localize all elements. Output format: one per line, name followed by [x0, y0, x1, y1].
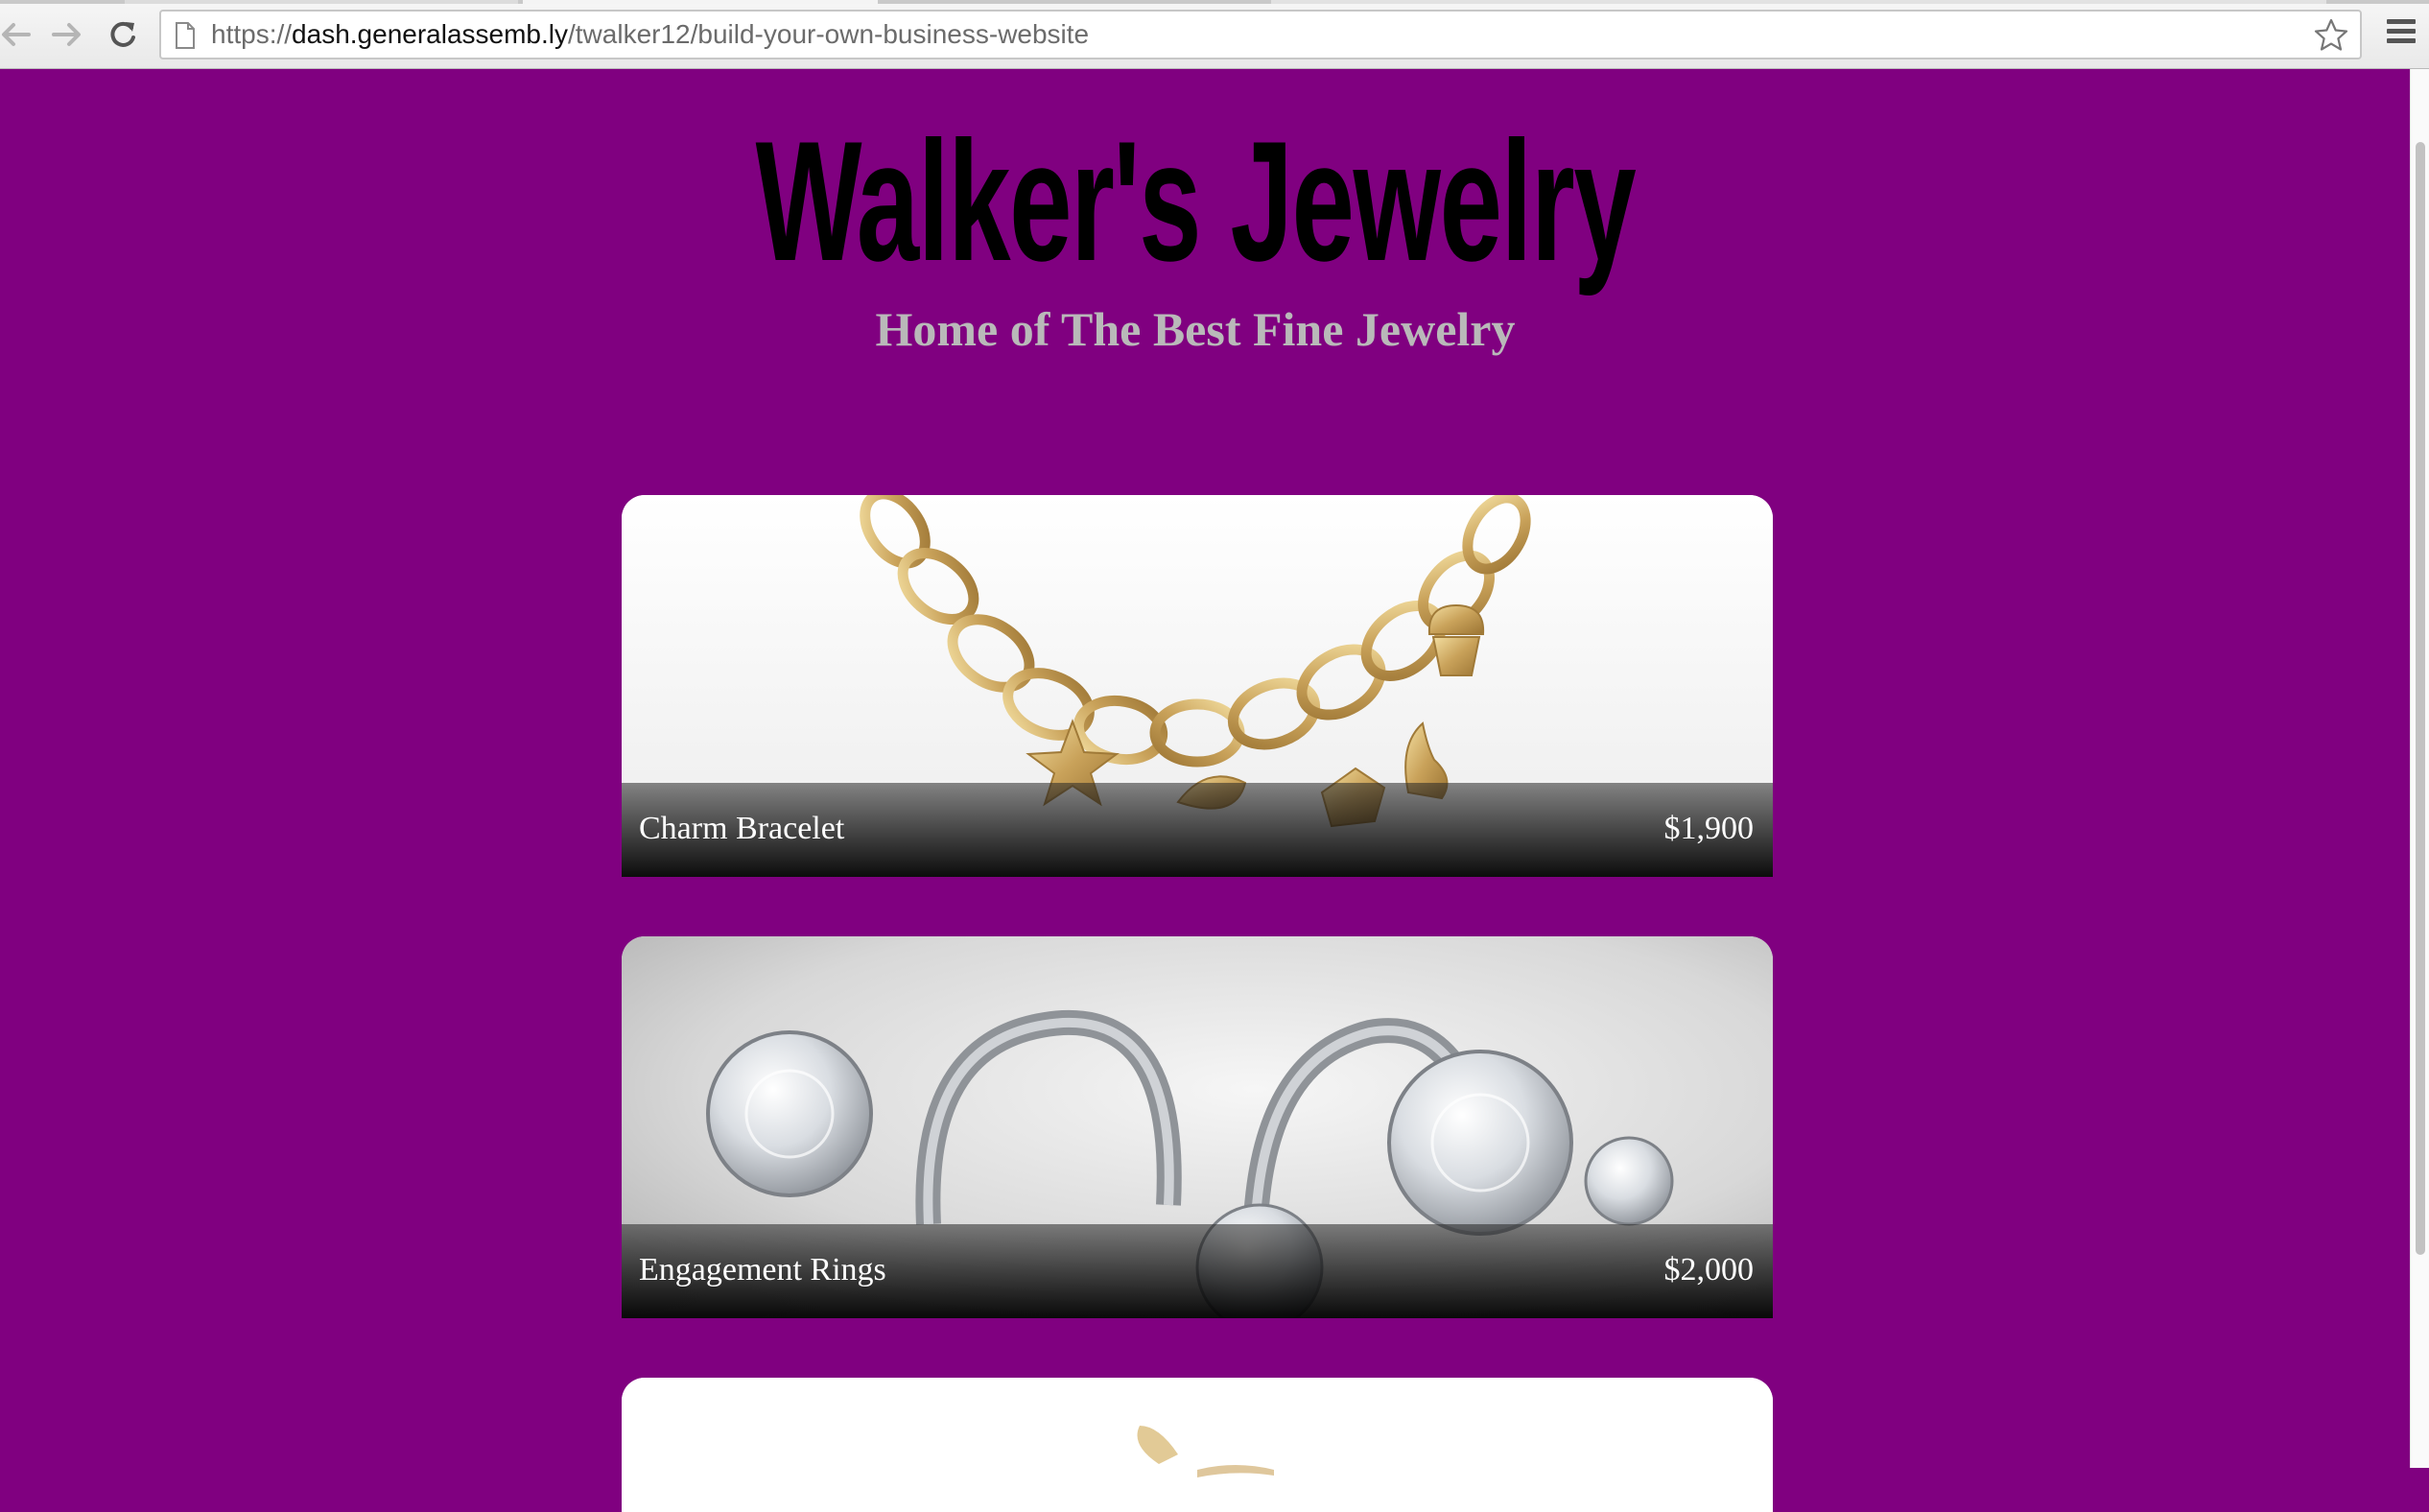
forward-icon [52, 23, 81, 46]
product-price: $2,000 [1663, 1252, 1755, 1288]
menu-bar-1 [2387, 19, 2416, 24]
back-button[interactable] [0, 13, 36, 56]
vertical-scrollbar[interactable] [2410, 69, 2429, 1468]
back-icon [2, 23, 31, 46]
url-text: https://dash.generalassemb.ly/twalker12/… [211, 18, 1089, 51]
menu-bar-2 [2387, 29, 2416, 34]
tab-3[interactable] [1271, 0, 2326, 4]
page-icon [176, 22, 195, 49]
url-scheme: https:// [211, 19, 293, 49]
site-title: Walker's Jewelry [755, 106, 1637, 296]
url-path: /twalker12/build-your-own-business-websi… [568, 19, 1090, 49]
menu-icon[interactable] [2387, 19, 2416, 48]
address-bar[interactable]: https://dash.generalassemb.ly/twalker12/… [159, 10, 2362, 59]
product-price: $1,900 [1663, 811, 1755, 846]
product-card-engagement-rings[interactable]: Engagement Rings $2,000 [622, 936, 1773, 1318]
url-host: dash.generalassemb.ly [292, 19, 568, 49]
product-caption: Charm Bracelet $1,900 [622, 783, 1773, 877]
browser-toolbar: https://dash.generalassemb.ly/twalker12/… [0, 0, 2429, 69]
star-icon[interactable] [2314, 18, 2348, 53]
product-caption: Engagement Rings $2,000 [622, 1224, 1773, 1318]
tab-1[interactable] [125, 0, 518, 4]
menu-bar-3 [2387, 38, 2416, 43]
forward-button[interactable] [46, 13, 88, 56]
reload-icon [110, 21, 135, 47]
product-card-charm-bracelet[interactable]: Charm Bracelet $1,900 [622, 495, 1773, 877]
product-name: Charm Bracelet [639, 811, 845, 846]
product-3-image [622, 1378, 1773, 1512]
site-subtitle: Home of The Best Fine Jewelry [875, 302, 1516, 356]
tab-2[interactable] [523, 0, 878, 4]
reload-button[interactable] [102, 13, 144, 56]
product-name: Engagement Rings [639, 1252, 886, 1288]
product-card-3[interactable] [622, 1378, 1773, 1512]
tab-strip [0, 0, 2429, 4]
scrollbar-thumb[interactable] [2416, 142, 2425, 1255]
